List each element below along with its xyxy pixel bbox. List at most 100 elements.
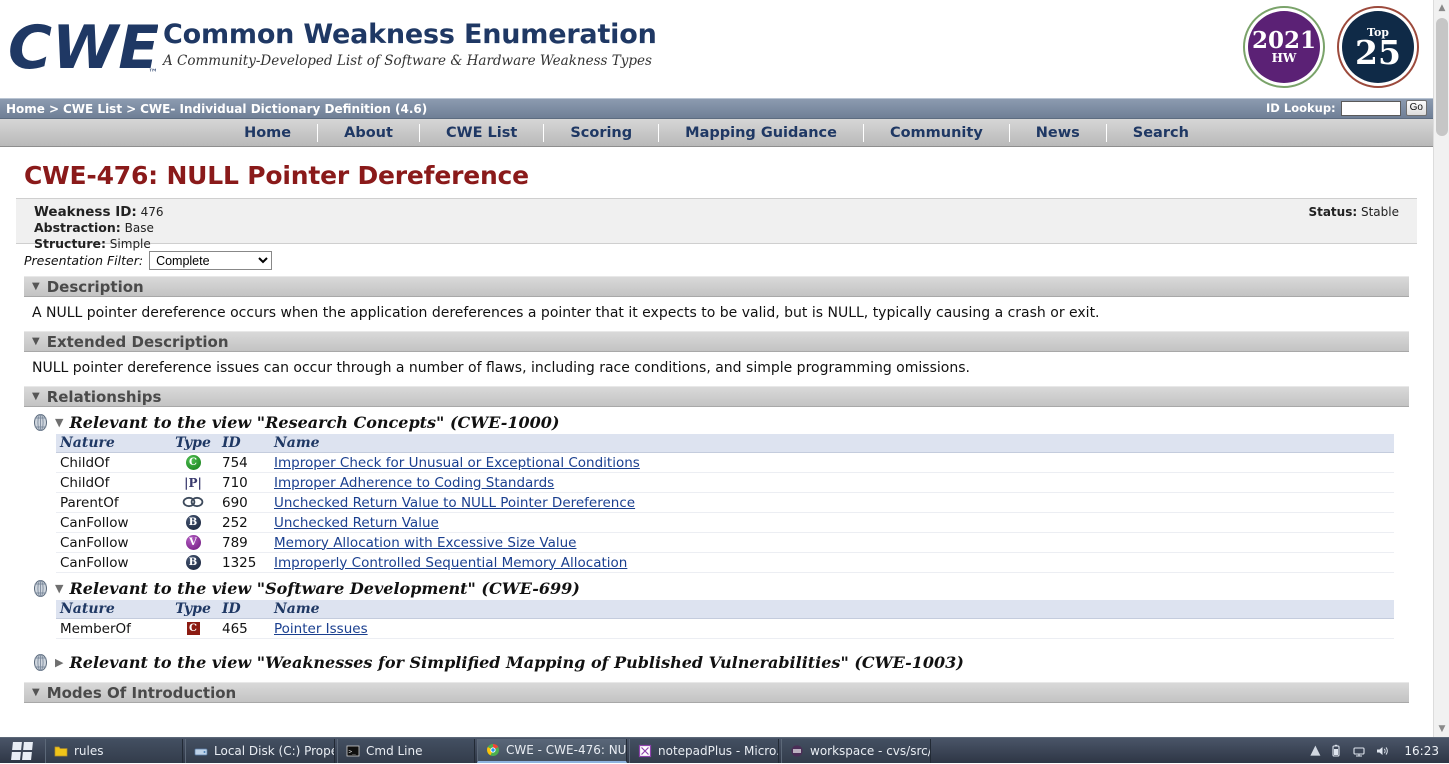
badge-small-text: HW bbox=[1271, 50, 1297, 65]
cwe-link[interactable]: Improper Adherence to Coding Standards bbox=[274, 475, 554, 491]
site-masthead: CWE ™ Common Weakness Enumeration A Comm… bbox=[0, 0, 1433, 98]
section-header-modes-of-introduction[interactable]: ▼ Modes Of Introduction bbox=[24, 682, 1409, 703]
page-scrollbar[interactable]: ▲ ▼ bbox=[1433, 0, 1449, 737]
badge-group: 2021 HW Top 25 bbox=[1243, 6, 1419, 88]
column-header-id: ID bbox=[218, 434, 270, 453]
presentation-filter-select[interactable]: Complete bbox=[149, 251, 273, 270]
breadcrumb-home[interactable]: Home bbox=[6, 102, 45, 116]
brand-subtitle: A Community-Developed List of Software &… bbox=[163, 53, 652, 69]
console-icon: >_ bbox=[346, 744, 360, 758]
folder-icon bbox=[54, 744, 68, 758]
taskbar-item-workspace[interactable]: workspace - cvs/src/... bbox=[781, 738, 931, 763]
taskbar-item-label: rules bbox=[74, 743, 104, 758]
nav-item-search[interactable]: Search bbox=[1107, 124, 1215, 142]
cell-type: C bbox=[168, 452, 218, 473]
nav-item-community[interactable]: Community bbox=[864, 123, 1010, 142]
badge-big-text: 2021 bbox=[1251, 26, 1316, 54]
browser-window: CWE ™ Common Weakness Enumeration A Comm… bbox=[0, 0, 1449, 737]
weakness-id-value: 476 bbox=[140, 205, 164, 219]
scroll-up-arrow-icon[interactable]: ▲ bbox=[1434, 0, 1449, 16]
cell-type: V bbox=[168, 532, 218, 553]
id-lookup-label: ID Lookup: bbox=[1266, 101, 1336, 115]
breadcrumb-cwe-list[interactable]: CWE List bbox=[63, 102, 122, 116]
variant-icon: V bbox=[185, 535, 201, 550]
weakness-id-line: Weakness ID: 476 bbox=[34, 205, 1417, 220]
taskbar-item-rules[interactable]: rules bbox=[45, 738, 183, 763]
section-header-extended-description[interactable]: ▼ Extended Description bbox=[24, 331, 1409, 352]
presentation-filter: Presentation Filter: Complete bbox=[24, 251, 1417, 270]
section-header-description[interactable]: ▼ Description bbox=[24, 276, 1409, 297]
cwe-link[interactable]: Memory Allocation with Excessive Size Va… bbox=[274, 535, 576, 551]
badge-disc: Top 25 bbox=[1342, 11, 1414, 83]
badge-disc: 2021 HW bbox=[1248, 11, 1320, 83]
relationship-view-header[interactable]: ▶ Relevant to the view "Weaknesses for S… bbox=[32, 653, 1417, 672]
scrollbar-thumb[interactable] bbox=[1436, 18, 1448, 136]
relationship-view-header[interactable]: ▼ Relevant to the view "Software Develop… bbox=[32, 579, 1417, 598]
chevron-right-icon: ▶ bbox=[55, 656, 64, 669]
section-title-relationships: Relationships bbox=[46, 387, 162, 406]
cell-name: Improperly Controlled Sequential Memory … bbox=[270, 552, 1394, 573]
column-header-type: Type bbox=[168, 600, 218, 619]
cell-nature: CanFollow bbox=[56, 512, 168, 533]
column-header-name: Name bbox=[270, 434, 1394, 453]
structure-label: Structure: bbox=[34, 236, 106, 251]
cwe-link[interactable]: Unchecked Return Value to NULL Pointer D… bbox=[274, 495, 635, 511]
eclipse-icon bbox=[790, 744, 804, 758]
cwe-link[interactable]: Improperly Controlled Sequential Memory … bbox=[274, 555, 627, 571]
nav-item-home[interactable]: Home bbox=[218, 123, 319, 142]
cell-nature: ChildOf bbox=[56, 452, 168, 473]
id-lookup-input[interactable] bbox=[1340, 100, 1401, 116]
page-content: CWE-476: NULL Pointer Dereference Weakne… bbox=[0, 161, 1433, 703]
nav-item-news[interactable]: News bbox=[1010, 123, 1107, 142]
taskbar-item-notepadplus[interactable]: notepadPlus - Micro... bbox=[629, 738, 779, 763]
taskbar-item-local-disk-properties[interactable]: Local Disk (C:) Prope... bbox=[185, 738, 335, 763]
taskbar-item-cmd-line[interactable]: >_ Cmd Line bbox=[337, 738, 475, 763]
start-button[interactable] bbox=[0, 738, 44, 764]
taskbar-item-label: notepadPlus - Micro... bbox=[658, 743, 779, 758]
cwe-link[interactable]: Improper Check for Unusual or Exceptiona… bbox=[274, 455, 640, 471]
battery-icon[interactable] bbox=[1329, 744, 1343, 758]
breadcrumb-separator: > bbox=[126, 101, 137, 116]
page-title: CWE-476: NULL Pointer Dereference bbox=[24, 161, 529, 190]
main-navigation: Home About CWE List Scoring Mapping Guid… bbox=[0, 119, 1433, 147]
volume-icon[interactable] bbox=[1375, 744, 1389, 758]
abstraction-value: Base bbox=[124, 221, 154, 235]
relationship-view-research-concepts: ▼ Relevant to the view "Research Concept… bbox=[32, 413, 1417, 573]
cwe-link[interactable]: Unchecked Return Value bbox=[274, 515, 439, 531]
cell-name: Improper Adherence to Coding Standards bbox=[270, 472, 1394, 493]
structure-line: Structure: Simple bbox=[34, 236, 1417, 252]
nav-item-cwe-list[interactable]: CWE List bbox=[420, 123, 545, 142]
id-lookup-go-button[interactable]: Go bbox=[1405, 100, 1427, 116]
cell-type: |P| bbox=[168, 472, 218, 493]
scroll-down-arrow-icon[interactable]: ▼ bbox=[1434, 721, 1449, 737]
cell-name: Pointer Issues bbox=[270, 618, 1394, 639]
nav-item-mapping-guidance[interactable]: Mapping Guidance bbox=[659, 123, 864, 142]
network-icon[interactable] bbox=[1352, 744, 1366, 758]
taskbar-item-cwe-browser[interactable]: CWE - CWE-476: NU... bbox=[477, 738, 627, 763]
section-title-description: Description bbox=[46, 277, 144, 296]
show-hidden-icons-arrow-icon[interactable]: ▲ bbox=[1310, 744, 1320, 757]
status-badge: Status: Stable bbox=[1308, 205, 1399, 219]
column-header-name: Name bbox=[270, 600, 1394, 619]
hw-2021-badge[interactable]: 2021 HW bbox=[1243, 6, 1325, 88]
view-globe-icon bbox=[32, 580, 49, 597]
cwe-logo[interactable]: CWE ™ bbox=[7, 10, 160, 86]
cwe-link[interactable]: Pointer Issues bbox=[274, 621, 368, 637]
brand-text: Common Weakness Enumeration A Community-… bbox=[163, 20, 657, 70]
nav-item-about[interactable]: About bbox=[318, 123, 420, 142]
cell-nature: CanFollow bbox=[56, 552, 168, 573]
relationship-view-header[interactable]: ▼ Relevant to the view "Research Concept… bbox=[32, 413, 1417, 432]
chevron-down-icon: ▼ bbox=[32, 390, 40, 402]
taskbar-clock[interactable]: 16:23 bbox=[1398, 744, 1439, 758]
cell-id: 465 bbox=[218, 618, 270, 639]
relationship-view-title: Relevant to the view "Weaknesses for Sim… bbox=[69, 653, 964, 672]
top25-badge[interactable]: Top 25 bbox=[1337, 6, 1419, 88]
nav-item-scoring[interactable]: Scoring bbox=[544, 123, 660, 142]
section-header-relationships[interactable]: ▼ Relationships bbox=[24, 386, 1409, 407]
cell-nature: MemberOf bbox=[56, 618, 168, 639]
id-lookup: ID Lookup: Go bbox=[1266, 100, 1427, 116]
cell-id: 1325 bbox=[218, 552, 270, 573]
cell-id: 789 bbox=[218, 532, 270, 553]
taskbar: rules Local Disk (C:) Prope... >_ Cmd Li… bbox=[0, 737, 1449, 763]
relationship-view-simplified-mapping: ▶ Relevant to the view "Weaknesses for S… bbox=[32, 653, 1417, 672]
